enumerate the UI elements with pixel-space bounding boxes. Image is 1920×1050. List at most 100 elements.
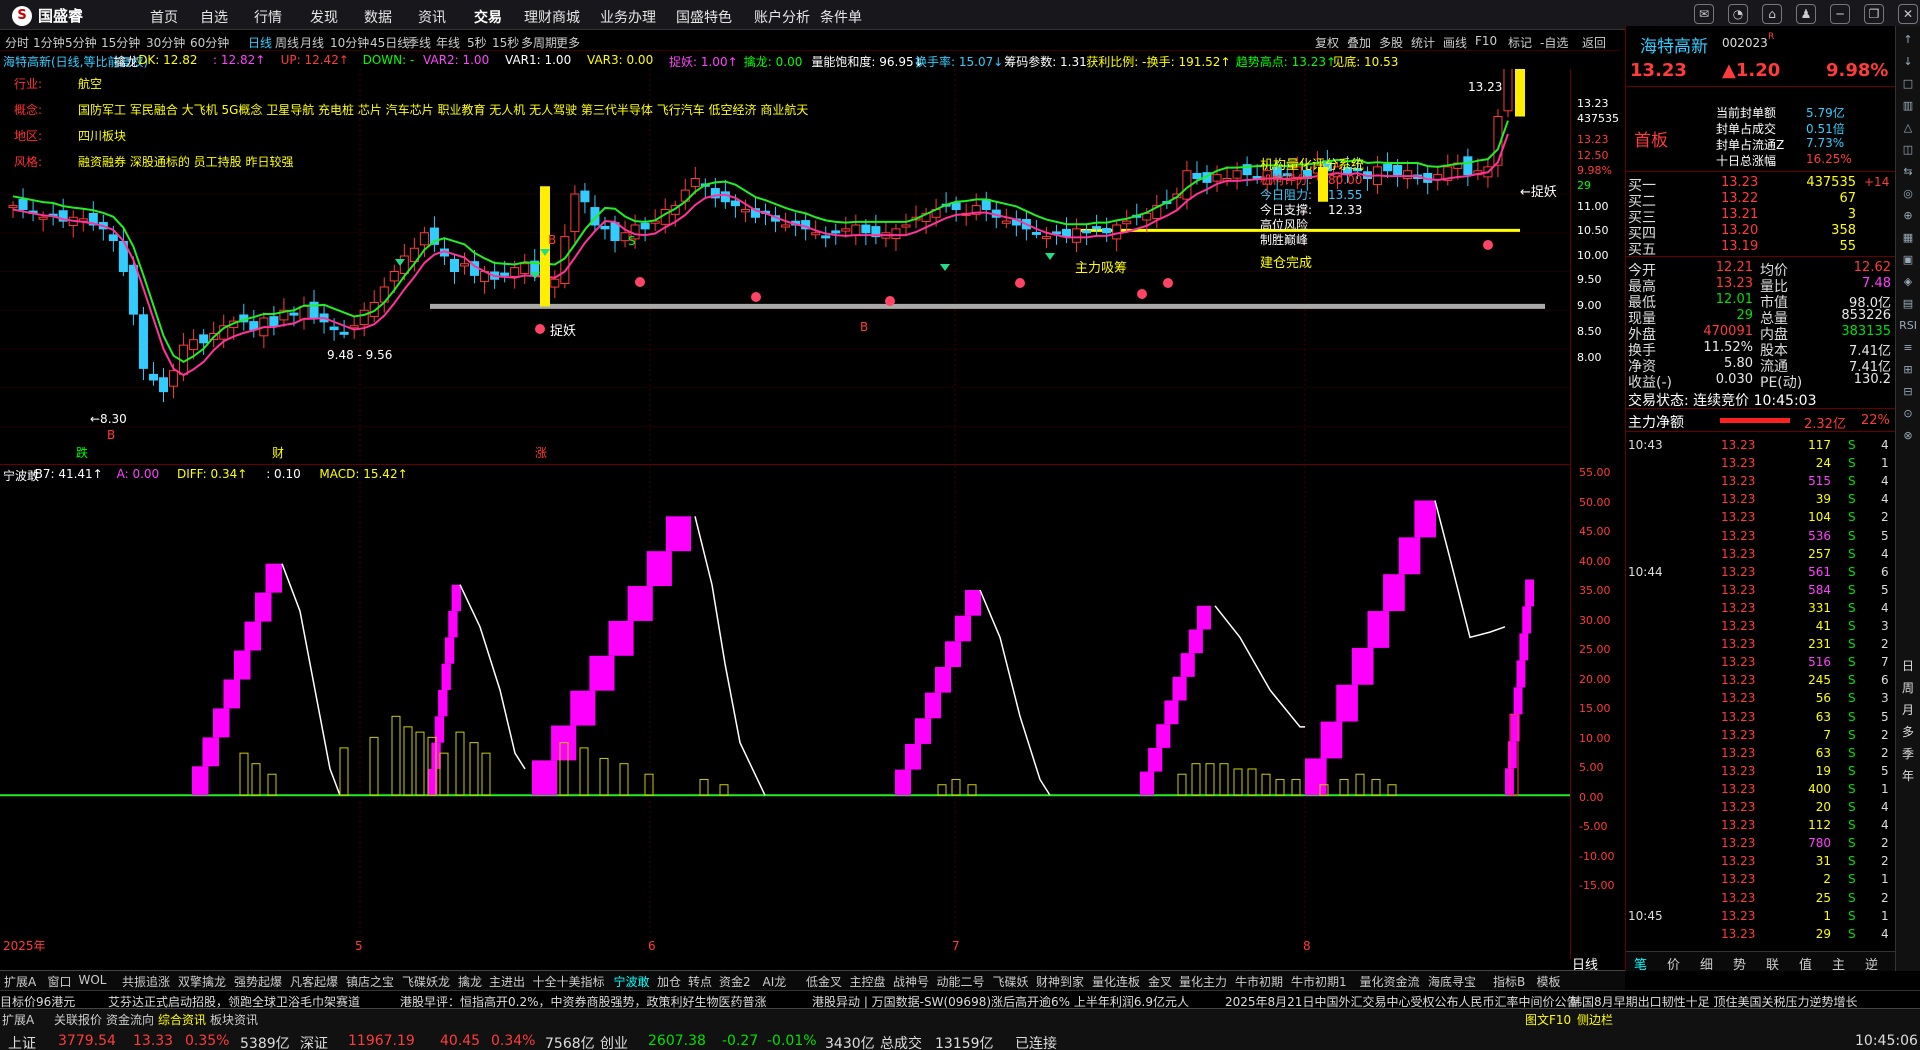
restore-icon[interactable]: ❐ [1864,4,1884,24]
period-tab[interactable]: 30分钟 [146,34,185,51]
indicator-tab[interactable]: 模板 [1537,973,1561,990]
menu-item[interactable]: 理财商城 [524,7,580,27]
quote-tab[interactable]: 联 [1766,954,1779,973]
quote-tab[interactable]: 逆 [1865,954,1878,973]
period-tab[interactable]: 15秒 [492,34,519,51]
side-period-button[interactable]: 季 [1899,744,1917,762]
quote-tab[interactable]: 细 [1700,954,1713,973]
side-tool-icon[interactable]: ▣ [1899,250,1917,268]
side-tool-icon[interactable]: ◎ [1899,184,1917,202]
side-tool-icon[interactable]: ↓ [1899,52,1917,70]
indicator-tab[interactable]: 动能二号 [937,973,985,990]
indicator-tab[interactable]: 凡客起爆 [290,973,338,990]
side-tool-icon[interactable]: RSI [1899,316,1917,334]
side-period-button[interactable]: 月 [1899,700,1917,718]
news-item[interactable]: 目标价96港元 [0,993,75,1008]
period-tab[interactable]: 5秒 [467,34,487,51]
msg-icon[interactable]: ✉ [1694,4,1714,24]
quote-tab[interactable]: 笔 [1634,954,1647,973]
period-tab[interactable]: 季线 [407,34,431,51]
period-tab[interactable]: 10分钟 [330,34,369,51]
indicator-tab[interactable]: 双擎擒龙 [178,973,226,990]
side-tool-icon[interactable]: ▥ [1899,96,1917,114]
indicator-tab[interactable]: 擒龙 [458,973,482,990]
indicator-tab[interactable]: 财神到家 [1036,973,1084,990]
panel-tab[interactable]: 关联报价 [54,1011,102,1028]
period-tab[interactable]: 月线 [300,34,324,51]
side-tool-icon[interactable]: ◈ [1899,272,1917,290]
period-tab[interactable]: 日线 [248,34,272,51]
side-tool-icon[interactable]: ⊟ [1899,382,1917,400]
side-period-button[interactable]: 日 [1899,656,1917,674]
quote-tab[interactable]: 值 [1799,954,1812,973]
menu-item[interactable]: 自选 [200,7,228,27]
side-tool-icon[interactable]: ▤ [1899,294,1917,312]
indicator-tab[interactable]: 资金2 [719,973,751,990]
side-tool-icon[interactable]: ⊗ [1899,426,1917,444]
side-period-button[interactable]: 多 [1899,722,1917,740]
quote-tab[interactable]: 主 [1832,954,1845,973]
indicator-tab[interactable]: 转点 [688,973,712,990]
toolbar-button[interactable]: 标记 [1508,34,1532,51]
indicator-tab[interactable]: 加仓 [657,973,681,990]
indicator-tab[interactable]: 共振追涨 [122,973,170,990]
toolbar-button[interactable]: 画线 [1443,34,1467,51]
period-tab[interactable]: 60分钟 [190,34,229,51]
side-tool-icon[interactable]: ↑ [1899,30,1917,48]
panel-tab[interactable]: 图文F10 [1525,1011,1571,1028]
toolbar-button[interactable]: 叠加 [1347,34,1371,51]
toolbar-button[interactable]: 返回 [1582,34,1606,51]
indicator-tab[interactable]: 主进出 [489,973,525,990]
indicator-tab[interactable]: 扩展A [4,973,36,990]
indicator-tab[interactable]: 十全十美指标 [533,973,605,990]
side-tool-icon[interactable]: ⇆ [1899,162,1917,180]
toolbar-button[interactable]: 复权 [1315,34,1339,51]
indicator-tab[interactable]: 宁波敢 [614,973,650,990]
indicator-tab[interactable]: 主控盘 [850,973,886,990]
side-tool-icon[interactable]: ▦ [1899,228,1917,246]
period-tab[interactable]: 多周期 [521,34,557,51]
period-tab[interactable]: 周线 [275,34,299,51]
menu-item[interactable]: 资讯 [418,7,446,27]
menu-item[interactable]: 条件单 [820,7,862,27]
panel-tab[interactable]: 扩展A [2,1011,34,1028]
period-tab[interactable]: 1分钟 [33,34,65,51]
news-item[interactable]: 艾芬达正式启动招股，领跑全球卫浴毛巾架赛道 [108,993,360,1008]
indicator-tab[interactable]: 战神号 [893,973,929,990]
period-tab[interactable]: 更多 [556,34,580,51]
toolbar-button[interactable]: 多股 [1379,34,1403,51]
chat-icon[interactable]: ◔ [1728,4,1748,24]
quote-tab[interactable]: 势 [1733,954,1746,973]
min-icon[interactable]: ─ [1830,4,1850,24]
indicator-tab[interactable]: 牛市初期 [1235,973,1283,990]
menu-item[interactable]: 行情 [254,7,282,27]
indicator-chart[interactable]: 2025年 5 6 7 8 [0,466,1570,956]
indicator-tab[interactable]: 量化连板 [1092,973,1140,990]
period-tab[interactable]: 分时 [5,34,29,51]
side-period-button[interactable]: 年 [1899,766,1917,784]
kline-chart[interactable]: 13.23 ←8.30 9.48 - 9.56 捉妖 ←捉妖主力吸筹 建仓完成 B B B S 跌 涨… [0,69,1570,464]
indicator-tab[interactable]: 海底寻宝 [1428,973,1476,990]
indicator-tab[interactable]: 量化资金流 [1360,973,1420,990]
menu-item[interactable]: 发现 [310,7,338,27]
toolbar-button[interactable]: F10 [1475,34,1497,48]
indicator-tab[interactable]: 指标B [1493,973,1525,990]
indicator-tab[interactable]: 镇店之宝 [346,973,394,990]
menu-item[interactable]: 账户分析 [754,7,810,27]
panel-tab[interactable]: 板块资讯 [210,1011,258,1028]
indicator-tab[interactable]: 牛市初期1 [1291,973,1347,990]
news-item[interactable]: 2025年8月21日中国外汇交易中心受权公布人民币汇率中间价公告 [1225,993,1578,1008]
bid-price[interactable]: 13.20 [1721,223,1758,238]
toolbar-button[interactable]: 统计 [1411,34,1435,51]
bid-price[interactable]: 13.21 [1721,207,1758,222]
news-item[interactable]: 港股异动 | 万国数据-SW(09698)涨后高开逾6% 上半年利润6.9亿元人 [812,993,1189,1008]
close-icon[interactable]: ✕ [1898,4,1918,24]
period-tab[interactable]: 年线 [436,34,460,51]
bid-price[interactable]: 13.22 [1721,191,1758,206]
panel-tab[interactable]: 资金流向 [106,1011,154,1028]
side-tool-icon[interactable]: ◫ [1899,140,1917,158]
period-tab[interactable]: 15分钟 [101,34,140,51]
news-item[interactable]: 韩国8月早期出口韧性十足 顶住美国关税压力逆势增长 [1570,993,1857,1008]
side-tool-icon[interactable]: ⊕ [1899,206,1917,224]
indicator-tab[interactable]: 窗口 [48,973,72,990]
